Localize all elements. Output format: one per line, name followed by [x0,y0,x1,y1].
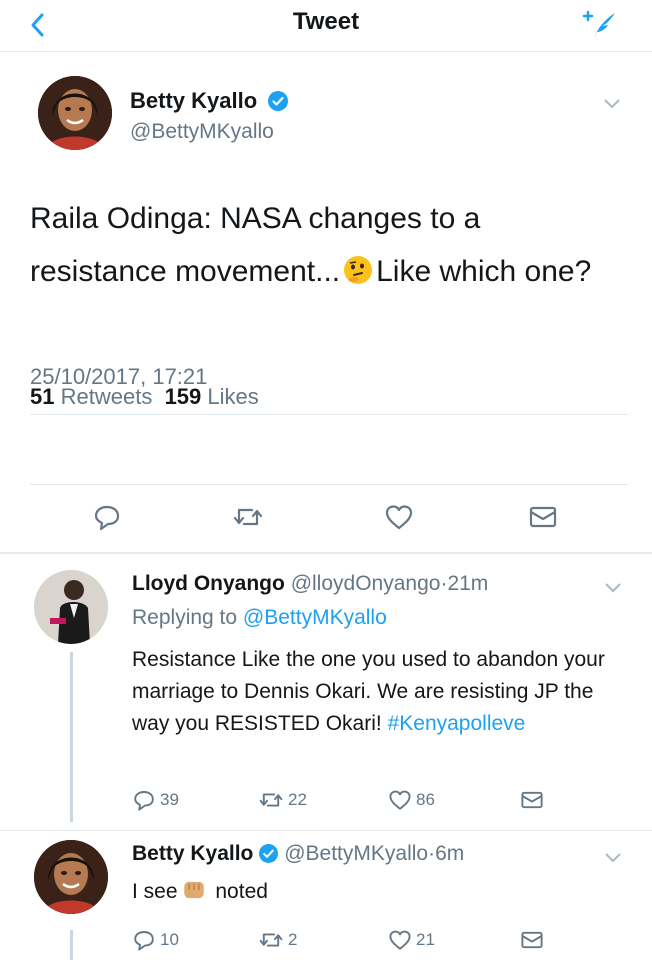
compose-button[interactable] [580,8,618,42]
tweet-text-part2: Like which one? [376,255,592,288]
tweet-text: Raila Odinga: NASA changes to a resistan… [30,192,610,298]
retweet-button[interactable]: 2 [258,928,297,952]
main-tweet: Betty Kyallo @BettyMKyallo Raila Odinga:… [0,52,652,552]
reply-button[interactable] [92,502,122,532]
heart-icon [389,790,411,810]
hashtag-link[interactable]: #Kenyapolleve [388,712,526,735]
reply-text: I see noted [132,876,632,908]
replying-label: Replying to [132,606,238,629]
reply-text-body: Resistance Like the one you used to aban… [132,648,605,735]
relative-time: 6m [435,842,465,865]
retweets-count[interactable]: 51 [30,384,54,409]
like-button[interactable]: 86 [388,788,435,812]
reply-text-part2: noted [215,880,268,903]
replying-to: Replying to @BettyMKyallo [132,606,387,630]
reply-tweet: Betty Kyallo @BettyMKyallo·6m I see note… [0,830,652,960]
compose-tweet-icon [582,10,615,38]
chevron-down-icon[interactable] [604,582,622,594]
reply-icon [134,791,154,811]
author-handle: @BettyMKyallo [284,842,429,865]
replying-handle-link[interactable]: @BettyMKyallo [243,606,387,629]
chevron-down-icon[interactable] [603,98,621,110]
retweet-count: 22 [288,790,307,809]
reply-button[interactable]: 10 [132,928,179,952]
retweet-icon [259,933,283,947]
thinking-face-emoji [344,256,373,284]
retweet-button[interactable] [232,502,264,532]
envelope-icon [521,931,543,949]
retweet-button[interactable]: 22 [258,788,307,812]
retweet-count: 2 [288,930,298,949]
display-name: Lloyd Onyango [132,572,285,595]
thread-line [70,930,73,960]
like-button[interactable] [384,502,414,532]
like-count: 21 [416,930,435,949]
reply-icon [134,931,154,951]
author-name[interactable]: Betty Kyallo [130,88,288,114]
retweet-icon [233,508,263,526]
avatar[interactable] [38,76,112,150]
page-title: Tweet [292,8,360,35]
verified-badge-icon [259,844,279,863]
retweets-label[interactable]: Retweets [61,384,153,409]
divider [30,484,628,485]
envelope-icon [529,506,557,528]
heart-icon [385,505,413,530]
divider [30,414,628,415]
verified-badge-icon [267,91,288,111]
reply-header[interactable]: Lloyd Onyango @lloydOnyango·21m [132,572,488,596]
reply-button[interactable]: 39 [132,788,179,812]
reply-header[interactable]: Betty Kyallo @BettyMKyallo·6m [132,842,464,866]
fist-emoji [183,881,204,899]
top-bar: Tweet [0,0,652,52]
heart-icon [389,930,411,950]
chevron-down-icon[interactable] [604,852,622,864]
like-count: 86 [416,790,435,809]
reply-count: 39 [160,790,179,809]
display-name: Betty Kyallo [132,842,254,865]
avatar[interactable] [34,840,108,914]
reply-tweet: Lloyd Onyango @lloydOnyango·21m Replying… [0,556,652,826]
share-button[interactable] [520,928,544,952]
envelope-icon [521,791,543,809]
divider [0,552,652,554]
likes-label[interactable]: Likes [207,384,258,409]
reply-text-part1: I see [132,880,178,903]
likes-count[interactable]: 159 [165,384,202,409]
reply-count: 10 [160,930,179,949]
avatar[interactable] [34,570,108,644]
relative-time: 21m [447,572,489,595]
author-handle: @lloydOnyango [290,572,441,595]
reply-icon [94,505,120,531]
share-button[interactable] [528,502,558,532]
author-handle[interactable]: @BettyMKyallo [130,120,274,144]
display-name: Betty Kyallo [130,88,258,113]
tweet-stats: 51 Retweets 159 Likes [30,384,259,410]
retweet-icon [259,793,283,807]
share-button[interactable] [520,788,544,812]
thread-line [70,652,73,822]
like-button[interactable]: 21 [388,928,435,952]
reply-text: Resistance Like the one you used to aban… [132,644,632,740]
